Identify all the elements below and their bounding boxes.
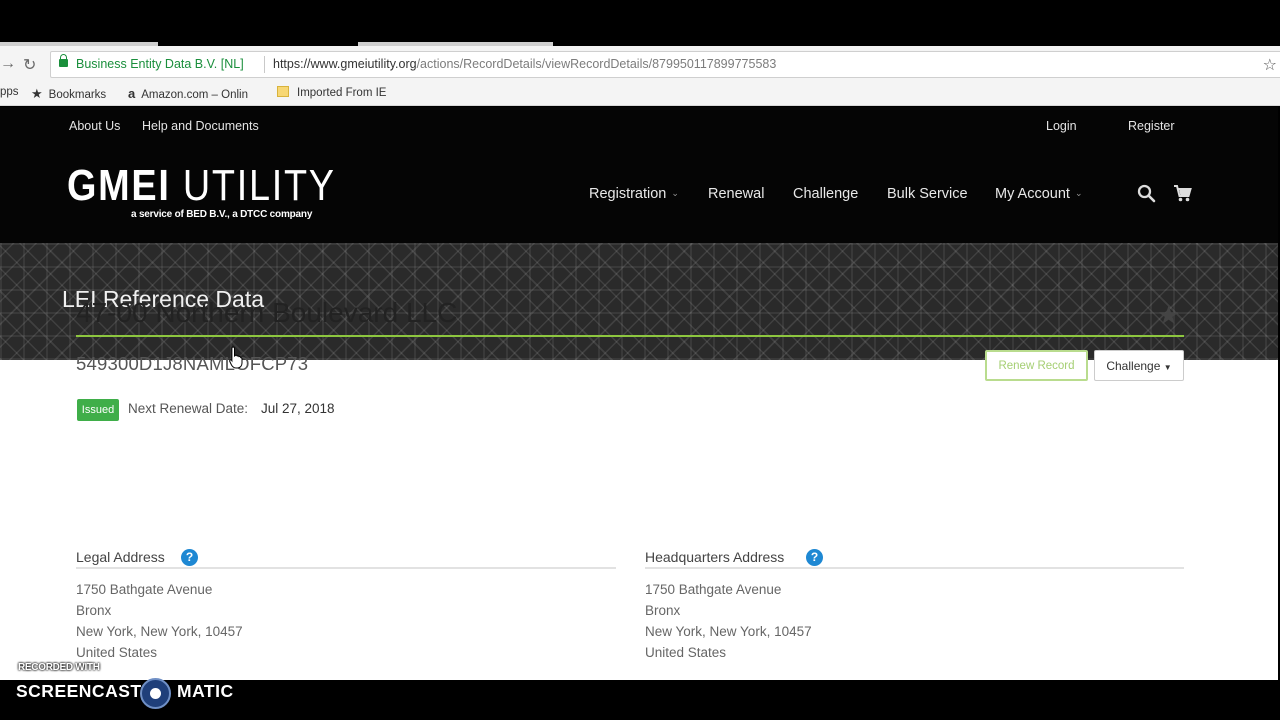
next-renewal-date: Jul 27, 2018 <box>261 401 335 416</box>
bookmark-bookmarks[interactable]: ★ Bookmarks <box>31 86 106 102</box>
screencast-brand-right: MATIC <box>177 681 234 701</box>
help-documents-link[interactable]: Help and Documents <box>142 119 259 133</box>
hand-cursor-icon <box>229 346 243 375</box>
star-icon: ★ <box>31 86 43 101</box>
url-host: https://www.gmeiutility.org <box>273 57 417 71</box>
address-bar[interactable]: Business Entity Data B.V. [NL] https://w… <box>50 51 1280 78</box>
register-link[interactable]: Register <box>1128 119 1175 133</box>
site-logo[interactable]: GMEI UTILITY a service of BED B.V., a DT… <box>67 164 379 221</box>
renew-record-button[interactable]: Renew Record <box>985 350 1088 381</box>
folder-icon <box>277 86 289 97</box>
bookmarks-bar: pps ★ Bookmarks a Amazon.com – Onlin Impor… <box>0 82 1280 106</box>
reload-icon[interactable]: ↻ <box>23 55 36 75</box>
about-us-link[interactable]: About Us <box>69 119 120 133</box>
chevron-down-icon: ⌄ <box>1074 188 1083 198</box>
challenge-dropdown-button[interactable]: Challenge ▼ <box>1094 350 1184 381</box>
bookmark-amazon[interactable]: a Amazon.com – Onlin <box>128 86 248 101</box>
chevron-down-icon: ⌄ <box>671 188 679 198</box>
lock-icon <box>59 54 68 67</box>
hq-address-line: 1750 Bathgate Avenue <box>645 582 782 597</box>
cart-icon[interactable] <box>1173 184 1192 208</box>
bookmark-label: Imported From IE <box>297 87 387 99</box>
legal-address-line: Bronx <box>76 603 112 618</box>
status-badge: Issued <box>77 399 119 421</box>
site-header: About Us Help and Documents Login Regist… <box>0 107 1278 243</box>
nav-my-account[interactable]: My Account ⌄ <box>995 186 1083 202</box>
amazon-icon: a <box>128 86 136 101</box>
legal-address-line: 1750 Bathgate Avenue <box>76 582 213 597</box>
button-label: Challenge <box>1106 358 1161 373</box>
bookmark-label: Bookmarks <box>48 89 107 101</box>
nav-label: Registration <box>589 186 667 202</box>
browser-tab-strip <box>0 0 1280 46</box>
nav-registration[interactable]: Registration ⌄ <box>589 186 679 202</box>
logo-bold: GMEI <box>67 161 171 210</box>
next-renewal-label: Next Renewal Date: <box>128 401 249 416</box>
hq-address-line: Bronx <box>645 603 681 618</box>
legal-address-divider <box>76 567 616 569</box>
bookmark-apps[interactable]: pps <box>0 86 19 98</box>
title-divider <box>76 335 1184 337</box>
login-link[interactable]: Login <box>1046 119 1077 133</box>
hq-address-heading: Headquarters Address <box>645 549 785 565</box>
logo-wordmark: GMEI UTILITY <box>67 164 336 208</box>
favorite-star-icon[interactable]: ★ <box>1157 300 1180 331</box>
entity-name: 47-00 Northern Boulevard LLC <box>76 297 458 328</box>
bookmark-label: Amazon.com – Onlin <box>141 89 248 101</box>
help-icon[interactable]: ? <box>181 549 198 566</box>
lei-code: 549300D1J8NAMLOFCP73 <box>76 353 309 374</box>
url-path: /actions/RecordDetails/viewRecordDetails… <box>416 57 777 71</box>
screencast-logo-icon <box>140 678 171 709</box>
certificate-org: Business Entity Data B.V. [NL] <box>76 57 244 71</box>
hq-address-line: New York, New York, 10457 <box>645 624 812 639</box>
forward-icon[interactable]: → <box>0 55 16 73</box>
screencast-brand-left: SCREENCAST <box>16 681 142 701</box>
caret-down-icon: ▼ <box>1163 362 1172 372</box>
legal-address-line: New York, New York, 10457 <box>76 624 243 639</box>
nav-challenge[interactable]: Challenge <box>793 186 858 202</box>
url-text[interactable]: https://www.gmeiutility.org/actions/Reco… <box>273 57 776 71</box>
logo-subtitle: a service of BED B.V., a DTCC company <box>131 209 313 220</box>
omnibox-divider <box>264 56 265 73</box>
help-icon[interactable]: ? <box>806 549 823 566</box>
logo-light: UTILITY <box>182 161 336 210</box>
hq-address-divider <box>645 567 1184 569</box>
recorded-with-text: RECORDED WITH <box>18 662 100 673</box>
legal-address-line: United States <box>76 645 158 660</box>
nav-renewal[interactable]: Renewal <box>708 186 764 202</box>
legal-address-heading: Legal Address <box>76 549 165 565</box>
hq-address-line: United States <box>645 645 727 660</box>
search-icon[interactable] <box>1137 184 1156 208</box>
bookmark-star-icon[interactable]: ☆ <box>1263 55 1277 75</box>
browser-toolbar: → ↻ Business Entity Data B.V. [NL] https… <box>0 46 1280 82</box>
screen: → ↻ Business Entity Data B.V. [NL] https… <box>0 0 1280 720</box>
nav-label: My Account <box>995 186 1070 202</box>
bookmark-imported-folder[interactable]: Imported From IE <box>277 86 386 99</box>
nav-bulk-service[interactable]: Bulk Service <box>887 186 968 202</box>
